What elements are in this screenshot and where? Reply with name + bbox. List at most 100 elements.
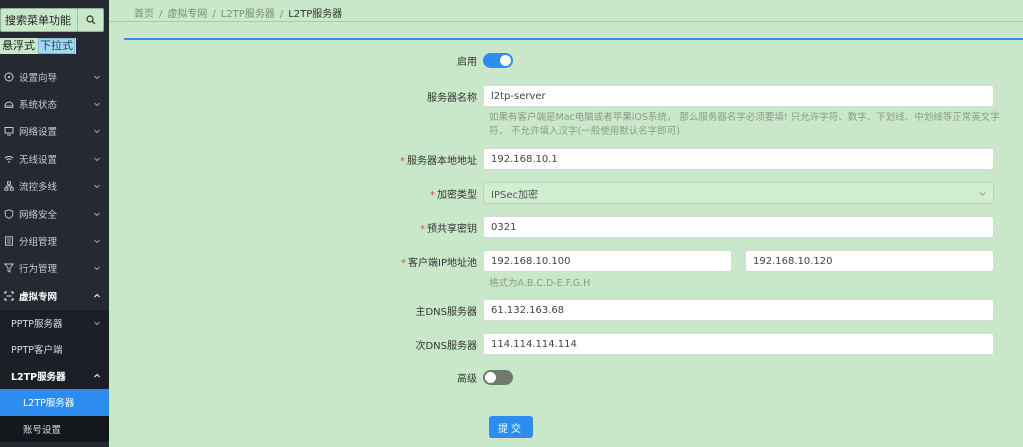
sidebar-item-pptp-server[interactable]: PPTP服务器 [0,310,109,337]
psk-label-text: 预共享密钥 [427,223,477,235]
local-address-input[interactable]: 192.168.10.1 [483,148,994,170]
chevron-down-icon [94,102,100,107]
mode-floating-button[interactable]: 悬浮式 [1,39,36,53]
panel-top-border [124,38,1023,40]
enable-toggle[interactable] [483,53,513,68]
l2tp-submenu: L2TP服务器 账号设置 [0,389,109,443]
sidebar-item-label: 无线设置 [19,154,58,166]
enable-row: 启用 [300,53,1000,68]
sidebar-item-l2tp-server[interactable]: L2TP服务器 [0,389,109,416]
sidebar-item-label: 网络设置 [19,127,58,139]
hierarchy-icon [3,180,15,192]
psk-row: * 预共享密钥 0321 [300,216,1000,238]
chevron-down-icon [94,130,100,134]
dns1-label: 主DNS服务器 [415,306,477,318]
required-mark: * [430,189,435,201]
breadcrumb-separator: / [279,9,284,20]
encryption-row: * 加密类型 IPSec加密 [300,182,1000,204]
chevron-down-icon [94,267,100,271]
sidebar-item-system-status[interactable]: 系统状态 [0,90,109,117]
sidebar-item-l2tp-server-group[interactable]: L2TP服务器 [0,363,109,390]
mode-dropdown-button[interactable]: 下拉式 [38,38,75,54]
dns2-input[interactable]: 114.114.114.114 [483,333,994,355]
sidebar-item-account-settings[interactable]: 账号设置 [0,416,109,443]
sidebar-item-label: L2TP服务器 [11,371,66,383]
chevron-down-icon [94,212,100,216]
server-name-hint: 如果有客户端是Mac电脑或者苹果iOS系统， 那么服务器名字必须要填! 只允许字… [489,111,1009,139]
sidebar-item-wireless-settings[interactable]: 无线设置 [0,145,109,172]
document-icon [3,235,15,247]
breadcrumb-current: L2TP服务器 [288,9,343,20]
header-divider [109,21,1023,22]
sidebar-item-setup-wizard[interactable]: 设置向导 [0,63,109,90]
encryption-label-text: 加密类型 [437,189,477,201]
dns1-input[interactable]: 61.132.163.68 [483,299,994,321]
menu-search-label: 搜索菜单功能 [5,14,71,27]
toggle-knob [500,55,511,66]
vpn-submenu: PPTP服务器 PPTP客户端 L2TP服务器 L2TP服务器 账号设置 [0,309,109,443]
server-name-hint-line-1: 如果有客户端是Mac电脑或者苹果iOS系统， 那么服务器名字必须要填! 只允许字… [489,112,1000,123]
sidebar-item-label: 虚拟专网 [19,291,58,303]
ip-pool-hint: 格式为A.B.C.D-E.F.G.H [489,278,591,289]
monitor-icon [3,125,15,137]
server-name-input[interactable]: l2tp-server [483,85,994,107]
psk-label: * 预共享密钥 [300,220,483,235]
search-icon[interactable] [77,9,103,31]
menu-search-box[interactable]: 搜索菜单功能 [0,8,104,32]
breadcrumb-separator: / [159,9,163,20]
advanced-row: 高级 [300,370,1000,385]
breadcrumb-home[interactable]: 首页 [134,9,154,20]
ip-pool-label-text: 客户端IP地址池 [408,257,477,269]
chevron-down-icon [94,321,100,325]
psk-input[interactable]: 0321 [483,216,994,238]
chevron-down-icon [94,157,100,162]
required-mark: * [400,155,405,167]
encryption-select-value: IPSec加密 [491,189,538,201]
sidebar-item-group-management[interactable]: 分组管理 [0,227,109,254]
chevron-up-icon [94,373,100,378]
required-mark: * [401,257,407,269]
menu-mode-switch: 悬浮式 下拉式 [0,38,76,54]
sidebar-item-label: 网络安全 [19,209,58,221]
breadcrumb-l2tp[interactable]: L2TP服务器 [221,9,275,20]
breadcrumb-separator: / [212,9,216,20]
sidebar-item-label: PPTP服务器 [11,318,63,330]
local-address-label: * 服务器本地地址 [300,152,483,167]
sidebar-item-pptp-client[interactable]: PPTP客户端 [0,336,109,363]
ip-pool-row: * 客户端IP地址池 192.168.10.100 192.168.10.120 [300,250,1000,272]
dns1-row: 主DNS服务器 61.132.163.68 [300,299,1000,321]
ip-pool-start-input[interactable]: 192.168.10.100 [483,250,732,272]
sidebar-item-label: 设置向导 [19,72,58,84]
chevron-down-icon [94,184,100,189]
required-mark: * [420,223,425,235]
server-name-hint-line-2: 符， 不允许填入汉字(一般使用默认名字即可) [489,126,680,137]
ip-pool-end-input[interactable]: 192.168.10.120 [745,250,994,272]
sidebar: 搜索菜单功能 悬浮式 下拉式 设置向导 系统状态 网络设置 无线设置 流控多线 … [0,0,109,447]
compass-icon [3,71,15,83]
local-address-row: * 服务器本地地址 192.168.10.1 [300,148,1000,170]
chevron-down-icon [979,191,986,196]
sidebar-item-network-settings[interactable]: 网络设置 [0,118,109,145]
chevron-down-icon [94,75,100,79]
chevron-down-icon [94,239,100,244]
sidebar-item-vpn[interactable]: 虚拟专网 [0,282,109,309]
sidebar-item-flow-control[interactable]: 流控多线 [0,173,109,200]
sidebar-item-label: PPTP客户端 [11,345,63,357]
ip-pool-label: * 客户端IP地址池 [300,254,483,269]
sidebar-item-behavior-management[interactable]: 行为管理 [0,255,109,282]
encryption-select[interactable]: IPSec加密 [483,182,994,204]
sidebar-menu: 设置向导 系统状态 网络设置 无线设置 流控多线 网络安全 分组管理 行为管理 … [0,63,109,443]
encryption-label: * 加密类型 [300,186,483,201]
filter-icon [3,262,15,274]
chevron-up-icon [94,293,100,298]
submit-button[interactable]: 提交 [489,416,533,438]
local-address-label-text: 服务器本地地址 [407,155,477,167]
advanced-toggle[interactable] [483,370,513,385]
sidebar-item-label: 系统状态 [19,100,58,112]
sidebar-item-label: 流控多线 [19,182,58,194]
wifi-icon [3,153,15,165]
sidebar-item-label: 行为管理 [19,264,58,276]
breadcrumb-vpn[interactable]: 虚拟专网 [167,9,207,20]
sidebar-item-network-security[interactable]: 网络安全 [0,200,109,227]
dns2-row: 次DNS服务器 114.114.114.114 [300,333,1000,355]
